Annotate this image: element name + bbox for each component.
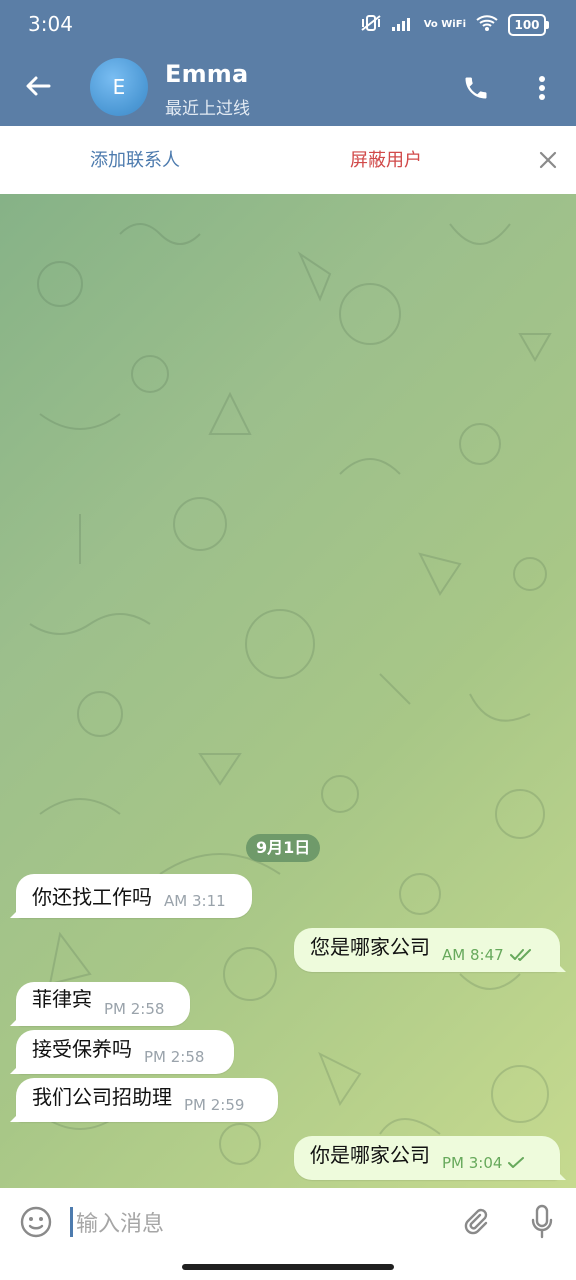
new-contact-action-bar: 添加联系人 屏蔽用户	[0, 126, 576, 195]
message-text: 你还找工作吗	[32, 885, 152, 909]
message-time: AM 8:47	[442, 946, 504, 964]
emoji-button[interactable]	[18, 1204, 54, 1240]
voice-message-button[interactable]	[526, 1202, 558, 1242]
message-bubble-outgoing[interactable]: 您是哪家公司 AM 8:47	[294, 928, 566, 972]
message-meta: AM 8:47	[442, 946, 532, 964]
close-icon	[539, 151, 557, 169]
message-time: PM 3:04	[442, 1154, 503, 1172]
attach-button[interactable]	[458, 1204, 494, 1240]
date-separator: 9月1日	[246, 834, 321, 862]
message-text: 菲律宾	[32, 987, 92, 1011]
status-icons: Vo WiFi 100	[360, 14, 549, 36]
vibrate-mute-icon	[360, 14, 382, 36]
message-time: PM 2:58	[144, 1048, 205, 1066]
gesture-handle	[182, 1264, 394, 1270]
more-options-button[interactable]	[528, 70, 556, 106]
block-user-button[interactable]: 屏蔽用户	[350, 146, 422, 172]
arrow-left-icon	[26, 76, 51, 96]
status-bar: 3:04 Vo WiFi 100	[0, 0, 576, 52]
message-bubble-incoming[interactable]: 你还找工作吗 AM 3:11	[10, 874, 252, 918]
wifi-icon	[476, 14, 498, 36]
avatar[interactable]: E	[90, 58, 148, 116]
phone-icon	[465, 77, 487, 99]
message-text: 接受保养吗	[32, 1037, 132, 1061]
message-text: 您是哪家公司	[310, 935, 430, 959]
top-app-bar: 3:04 Vo WiFi 100 E Emma 最近上过线	[0, 0, 576, 126]
chat-header: E Emma 最近上过线	[0, 52, 576, 126]
emoji-icon	[20, 1206, 52, 1238]
microphone-icon	[531, 1204, 553, 1239]
message-input-placeholder: 输入消息	[76, 1212, 165, 1237]
message-composer: 输入消息	[0, 1188, 576, 1280]
signal-icon	[391, 15, 414, 35]
message-time: PM 2:58	[104, 1000, 165, 1018]
message-bubble-incoming[interactable]: 我们公司招助理 PM 2:59	[10, 1078, 278, 1122]
close-action-bar-button[interactable]	[534, 146, 562, 174]
last-seen-status: 最近上过线	[165, 99, 250, 119]
battery-icon: 100	[508, 14, 549, 36]
check-icon	[508, 1157, 525, 1168]
text-cursor	[70, 1207, 73, 1237]
status-time: 3:04	[28, 12, 73, 36]
call-button[interactable]	[458, 70, 494, 106]
paperclip-icon	[464, 1208, 488, 1235]
message-bubble-incoming[interactable]: 菲律宾 PM 2:58	[10, 982, 190, 1026]
message-bubble-incoming[interactable]: 接受保养吗 PM 2:58	[10, 1030, 234, 1074]
chat-title[interactable]: Emma	[165, 60, 248, 88]
message-bubble-outgoing[interactable]: 你是哪家公司 PM 3:04	[294, 1136, 566, 1180]
message-text: 你是哪家公司	[310, 1143, 430, 1167]
more-vertical-icon	[539, 76, 545, 100]
message-input[interactable]: 输入消息	[70, 1200, 430, 1244]
message-meta: PM 3:04	[442, 1154, 525, 1172]
vowifi-label: Vo WiFi	[423, 19, 466, 30]
chat-area[interactable]: 9月1日 你还找工作吗 AM 3:11 您是哪家公司 AM 8:47 菲律宾 P…	[0, 194, 576, 1188]
message-text: 我们公司招助理	[32, 1085, 172, 1109]
add-contact-button[interactable]: 添加联系人	[90, 146, 180, 172]
message-time: PM 2:59	[184, 1096, 245, 1114]
double-check-icon	[509, 949, 531, 961]
message-time: AM 3:11	[164, 892, 226, 910]
back-button[interactable]	[22, 70, 54, 102]
